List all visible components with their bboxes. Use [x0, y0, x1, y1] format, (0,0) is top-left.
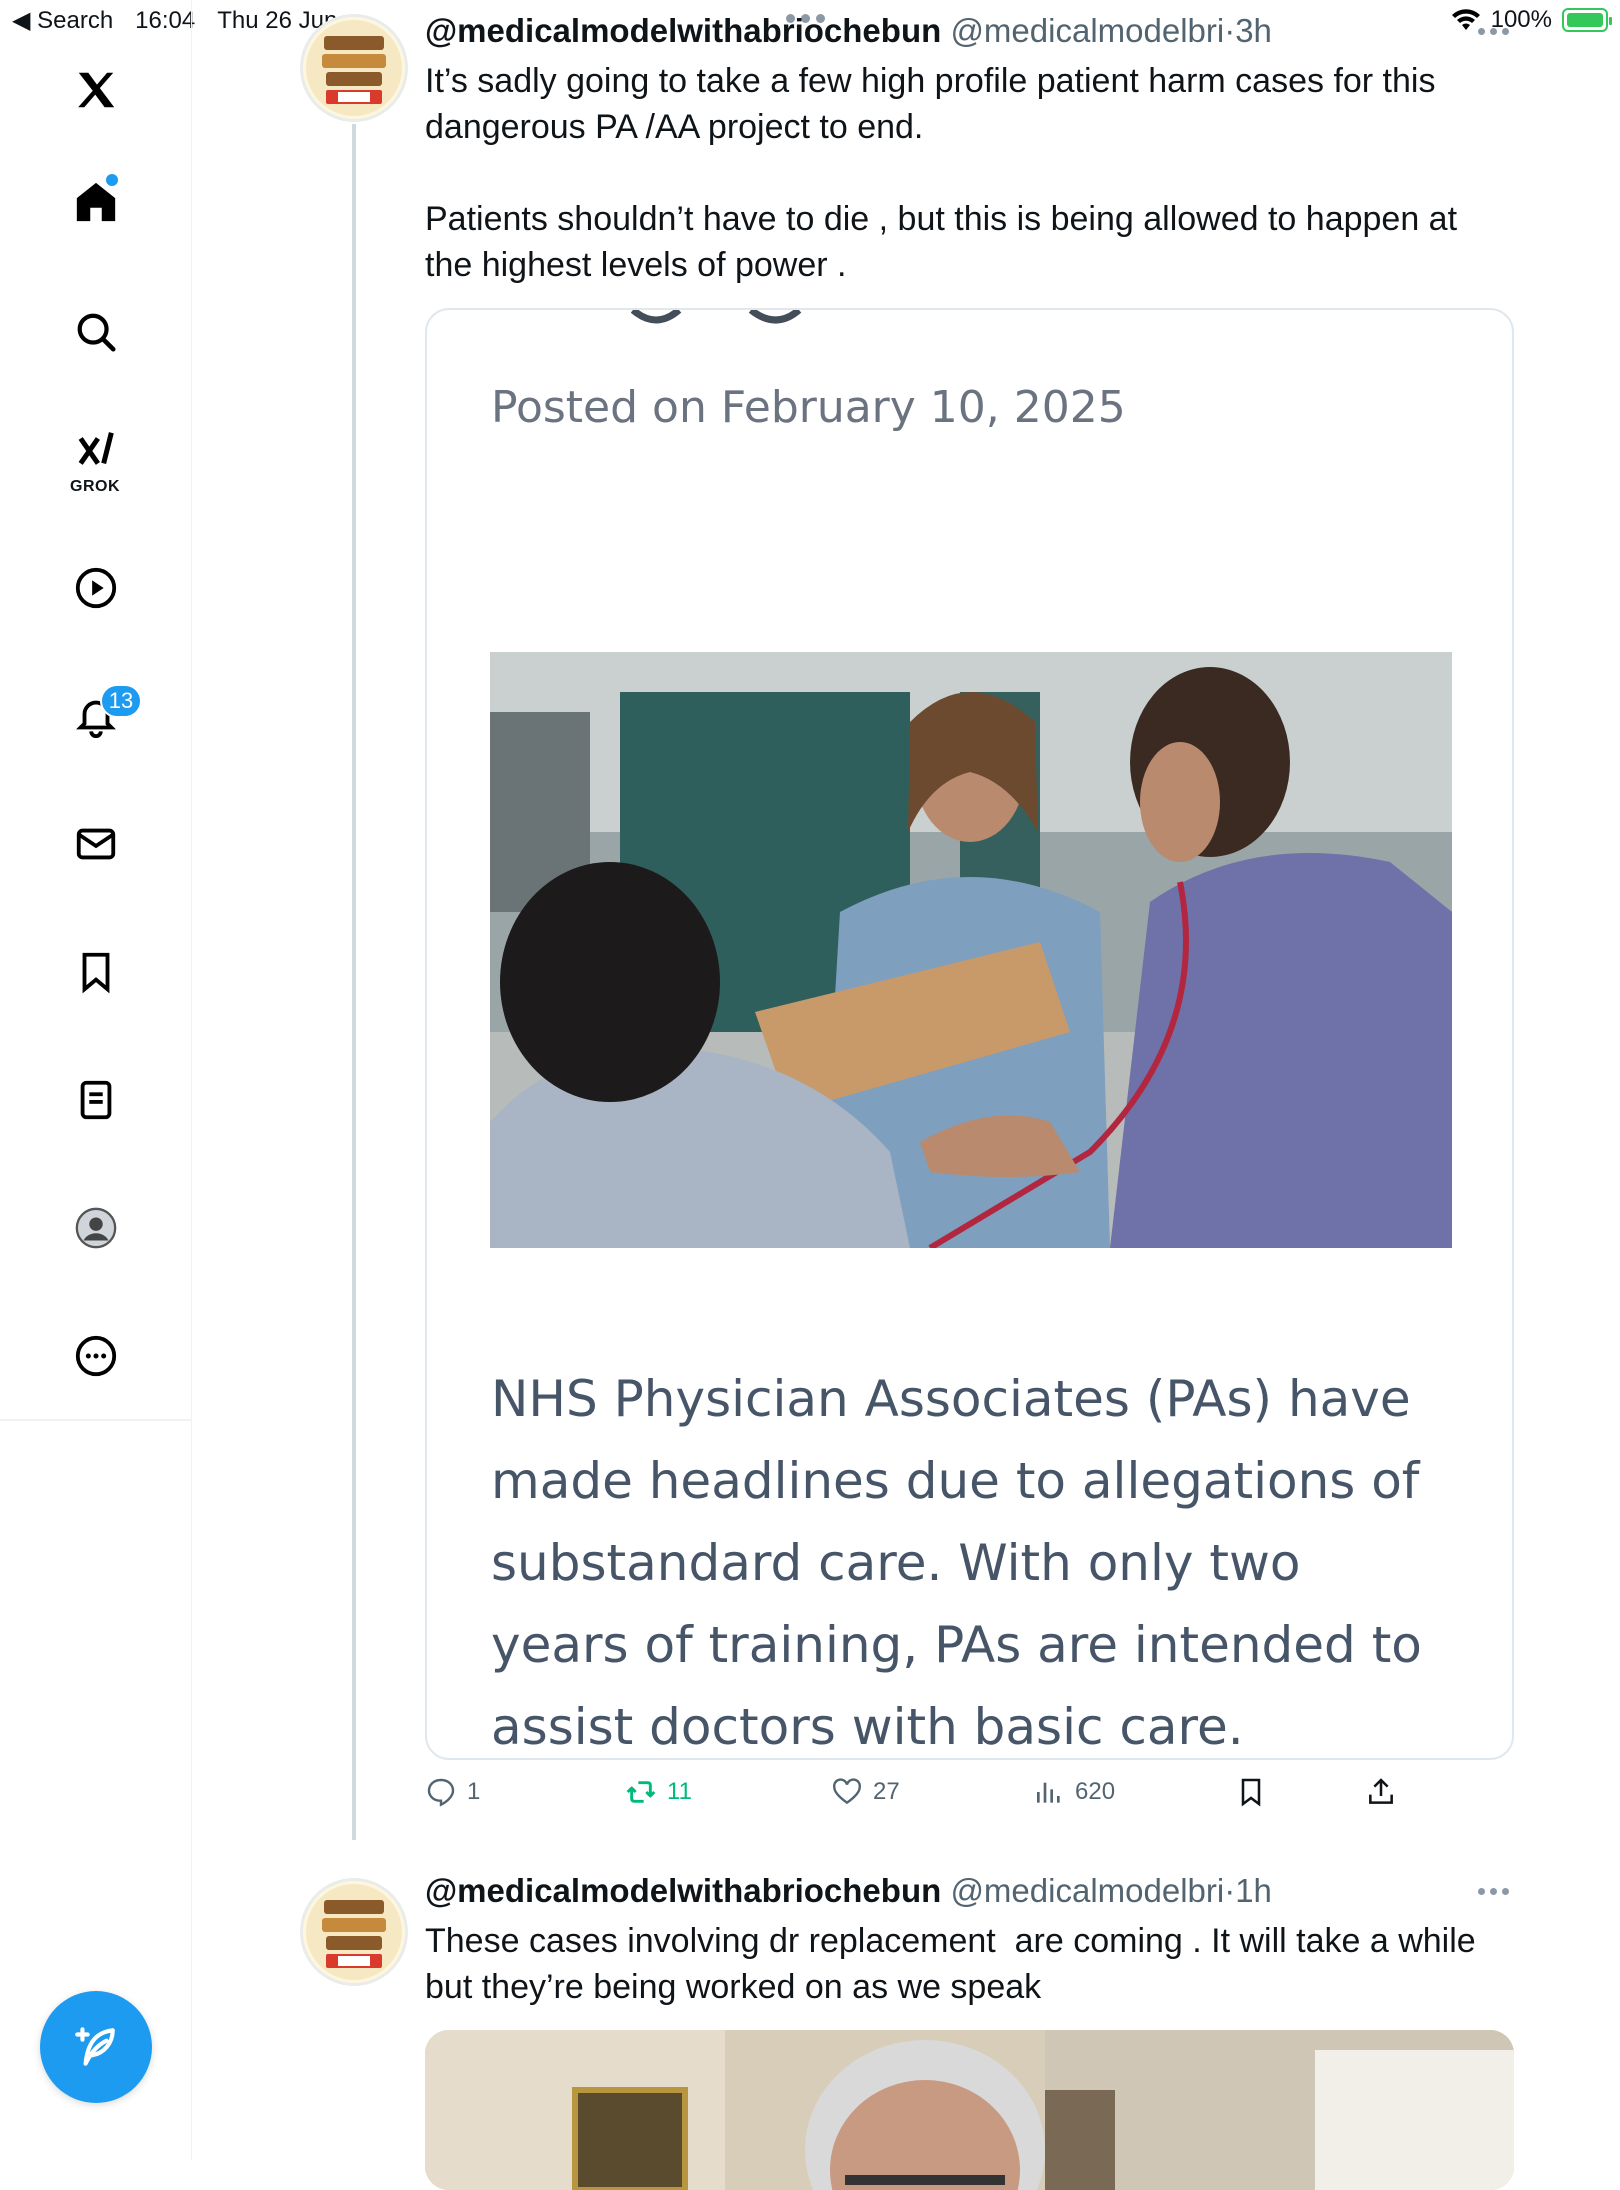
tweet-more-icon[interactable]	[1478, 1888, 1512, 1898]
tweet-more-icon[interactable]	[1478, 28, 1512, 38]
lists-icon	[80, 1080, 112, 1120]
like-count: 27	[873, 1778, 900, 1805]
like-button[interactable]: 27	[831, 1776, 900, 1808]
grok-icon	[78, 432, 114, 465]
thread-connector-line	[352, 124, 356, 1840]
profile-icon	[75, 1207, 117, 1249]
more-circle-icon	[75, 1335, 117, 1377]
battery-icon	[1562, 8, 1612, 32]
video-icon	[75, 567, 117, 609]
author-handle[interactable]: @medicalmodelbri	[950, 12, 1224, 49]
sidebar-item-grok[interactable]	[66, 420, 126, 480]
bookmark-icon	[1241, 1778, 1261, 1807]
grok-label: GROK	[70, 478, 120, 495]
sidebar-item-lists[interactable]	[66, 1070, 126, 1130]
sidebar-item-search[interactable]	[66, 302, 126, 362]
sidebar-item-more[interactable]	[66, 1326, 126, 1386]
tweet-time[interactable]: 3h	[1235, 12, 1272, 49]
share-icon	[1369, 1778, 1393, 1804]
home-unread-dot	[106, 174, 118, 186]
repost-icon	[626, 1781, 656, 1803]
sidebar-divider	[0, 1419, 192, 1421]
header-separator: ·	[1224, 12, 1236, 49]
avatar-logo-image	[306, 1884, 402, 1980]
wifi-icon	[1451, 9, 1480, 30]
author-handle[interactable]: @medicalmodelbri	[950, 1872, 1224, 1909]
bookmark-button[interactable]	[1235, 1776, 1267, 1808]
header-separator: ·	[1224, 1872, 1236, 1909]
bookmarks-icon	[82, 952, 110, 994]
article-photo	[490, 652, 1452, 1248]
repost-button[interactable]: 11	[625, 1776, 692, 1808]
tweet-header: @medicalmodelwithabriochebun @medicalmod…	[425, 12, 1272, 50]
article-excerpt: NHS Physician Associates (PAs) have made…	[491, 1370, 1422, 1756]
repost-count: 11	[667, 1778, 692, 1805]
sidebar-item-messages[interactable]	[66, 814, 126, 874]
tweet-media-image[interactable]	[425, 2030, 1514, 2190]
sidebar: GROK 13	[0, 0, 192, 2160]
heart-icon	[833, 1778, 861, 1805]
author-avatar[interactable]	[300, 14, 408, 122]
sidebar-item-profile[interactable]	[66, 1198, 126, 1258]
portrait-photo-image	[425, 2030, 1514, 2190]
views-chart-icon	[1037, 1782, 1060, 1803]
cropped-logo-fragment	[631, 310, 802, 324]
clinic-scene-image	[490, 652, 1452, 1248]
author-name[interactable]: @medicalmodelwithabriochebun	[425, 1872, 941, 1909]
avatar-logo-image	[306, 20, 402, 116]
views-count: 620	[1075, 1778, 1116, 1805]
x-logo[interactable]	[66, 60, 126, 120]
notifications-badge: 13	[100, 684, 142, 718]
tweet-text: These cases involving dr replacement are…	[425, 1922, 1486, 2006]
views-button[interactable]: 620	[1033, 1776, 1115, 1808]
x-logo-icon	[78, 72, 115, 108]
article-posted-date: Posted on February 10, 2025	[491, 382, 1126, 433]
sidebar-item-video[interactable]	[66, 558, 126, 618]
reply-icon	[427, 1778, 455, 1807]
author-avatar[interactable]	[300, 1878, 408, 1986]
search-icon	[77, 313, 116, 352]
tweet-header: @medicalmodelwithabriochebun @medicalmod…	[425, 1872, 1272, 1910]
tweet-actions: 1 11 27 620	[425, 1776, 1425, 1820]
sidebar-item-bookmarks[interactable]	[66, 942, 126, 1002]
reply-count: 1	[467, 1778, 481, 1805]
reply-button[interactable]: 1	[425, 1776, 480, 1808]
tweet-media-card[interactable]: Posted on February 10, 2025 NHS Physicia…	[425, 308, 1514, 1760]
tweet-time[interactable]: 1h	[1235, 1872, 1272, 1909]
compose-button[interactable]	[40, 1991, 152, 2103]
share-button[interactable]	[1365, 1776, 1397, 1808]
tweet-text: It’s sadly going to take a few high prof…	[425, 62, 1458, 284]
messages-icon	[76, 828, 116, 860]
compose-feather-icon	[75, 2027, 115, 2066]
author-name[interactable]: @medicalmodelwithabriochebun	[425, 12, 941, 49]
